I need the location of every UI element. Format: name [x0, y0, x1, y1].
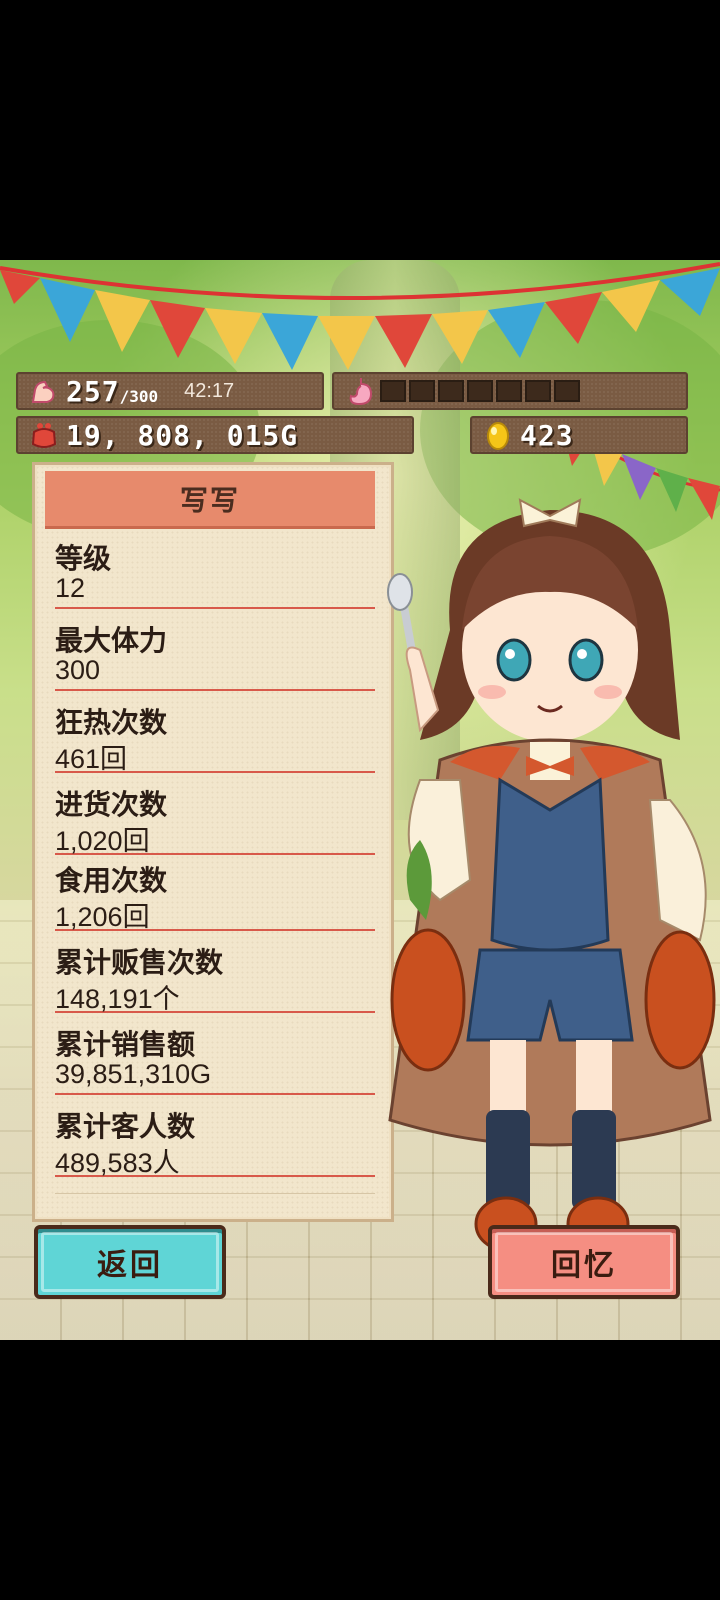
stamina-timer: 42:17	[184, 379, 235, 402]
panel-title: 写写	[45, 471, 375, 529]
stat-label: 食用次数	[55, 864, 168, 897]
stat-row-total-sold: 累计贩售次数 148,191个	[55, 935, 375, 1014]
hunger-segment	[409, 380, 435, 402]
game-screen: 257 /300 42:17 19, 808, 015G 423 写写 等级 1…	[0, 260, 720, 1340]
back-button-label: 返回	[97, 1248, 163, 1283]
divider	[55, 1193, 375, 1194]
hunger-segment	[467, 380, 493, 402]
stat-label: 累计客人数	[55, 1110, 196, 1143]
stat-value: 148,191个	[55, 984, 180, 1014]
stat-label: 最大体力	[55, 624, 168, 657]
stat-value: 489,583人	[55, 1148, 180, 1178]
gold-amount: 19, 808, 015G	[66, 418, 299, 452]
hunger-segment	[554, 380, 580, 402]
stomach-icon	[344, 375, 376, 407]
hunger-segment	[438, 380, 464, 402]
stamina-bar: 257 /300 42:17	[16, 372, 324, 410]
stat-row-restock-count: 进货次数 1,020回	[55, 777, 375, 856]
hunger-segment	[525, 380, 551, 402]
stat-label: 等级	[55, 542, 112, 575]
stat-value: 1,206回	[55, 902, 150, 932]
stat-label: 进货次数	[55, 788, 168, 821]
hunger-bar	[332, 372, 688, 410]
golden-egg-icon	[482, 419, 514, 451]
egg-bar: 423	[470, 416, 688, 454]
stat-row-level: 等级 12	[55, 531, 375, 609]
stat-value: 461回	[55, 744, 128, 774]
gold-bar: 19, 808, 015G	[16, 416, 414, 454]
memory-button-label: 回忆	[551, 1248, 617, 1283]
hunger-segments	[380, 380, 583, 402]
hunger-segment	[380, 380, 406, 402]
stat-row-eat-count: 食用次数 1,206回	[55, 853, 375, 932]
stat-row-fever-count: 狂热次数 461回	[55, 695, 375, 774]
purse-icon	[28, 419, 60, 451]
stat-value: 12	[55, 573, 86, 603]
stat-value: 39,851,310G	[55, 1059, 212, 1089]
stamina-current: 257	[66, 374, 120, 408]
stat-row-total-sales: 累计销售额 39,851,310G	[55, 1017, 375, 1095]
character-stats-panel: 写写 等级 12 最大体力 300 狂热次数 461回 进货次数 1,020回 …	[32, 462, 394, 1222]
hunger-segment	[496, 380, 522, 402]
memory-button[interactable]: 回忆	[488, 1225, 680, 1299]
stat-label: 狂热次数	[55, 706, 168, 739]
stat-value: 300	[55, 655, 101, 685]
stat-row-max-stamina: 最大体力 300	[55, 613, 375, 691]
stat-label: 累计销售额	[55, 1028, 196, 1061]
flexed-arm-icon	[28, 375, 60, 407]
stat-row-total-customers: 累计客人数 489,583人	[55, 1099, 375, 1178]
character-portrait	[387, 498, 716, 1252]
back-button[interactable]: 返回	[34, 1225, 226, 1299]
bunting-decoration	[0, 262, 720, 370]
stat-label: 累计贩售次数	[55, 946, 224, 979]
egg-count: 423	[520, 418, 574, 452]
stamina-max: /300	[119, 386, 159, 406]
